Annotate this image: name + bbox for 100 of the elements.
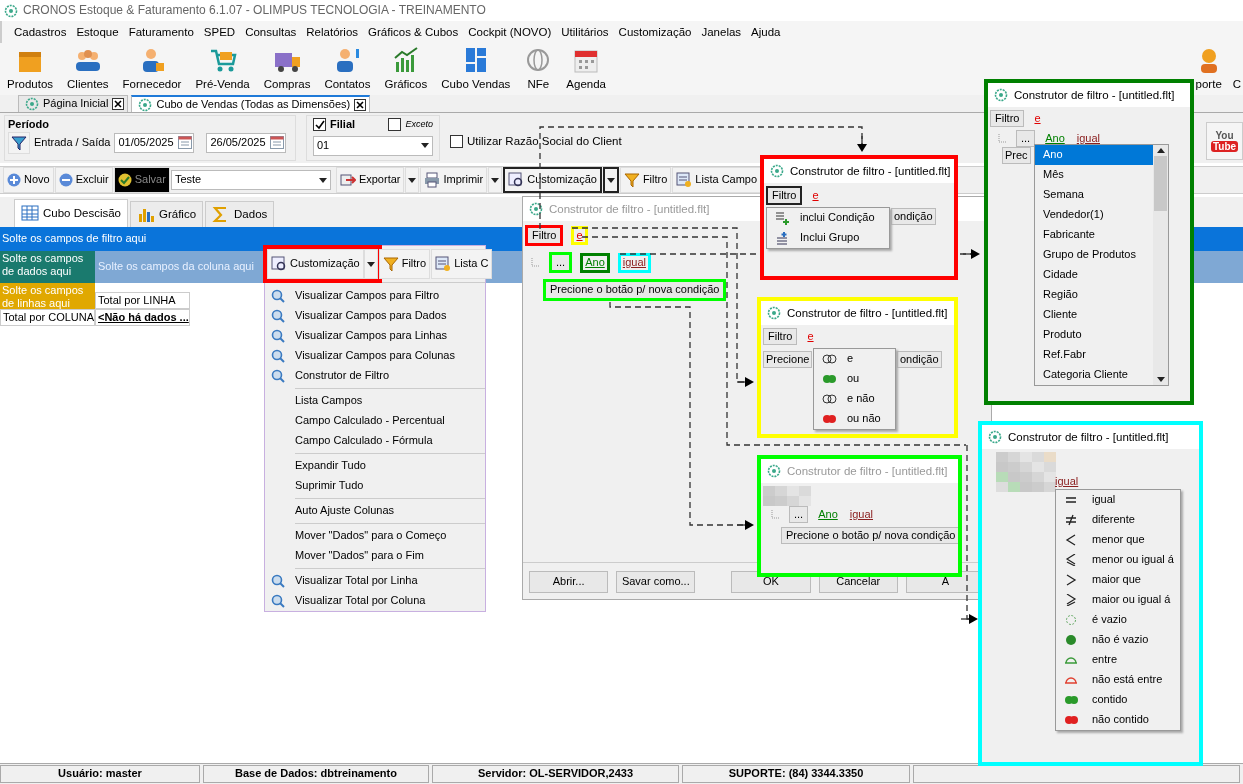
view-tab[interactable]: Cubo Descisão [14, 199, 128, 227]
menu-item[interactable]: Visualizar Campos para Linhas [265, 326, 485, 346]
menu-item[interactable]: Faturamento [128, 24, 194, 40]
toolbar-button[interactable]: Exportar [335, 167, 405, 193]
menu-item[interactable]: inclui Condição [767, 208, 881, 228]
checkbox[interactable] [313, 118, 326, 132]
document-tab[interactable]: Página Inicial [18, 95, 129, 112]
new-condition-button[interactable]: ondição [891, 208, 936, 226]
menu-item[interactable]: Estoque [76, 24, 119, 40]
operator-link[interactable]: igual [617, 252, 651, 273]
view-tab[interactable]: Dados [205, 201, 275, 227]
toolbar-button[interactable]: porte [1190, 45, 1229, 91]
toolbar-button[interactable]: Cubo Vendas [436, 45, 516, 91]
filter-button[interactable]: ... [789, 506, 809, 524]
menu-item[interactable]: ou não [814, 409, 887, 429]
toolbar-button[interactable]: Produtos [2, 45, 59, 91]
menu-item[interactable]: Relatórios [306, 24, 359, 40]
document-tab[interactable]: Cubo de Vendas (Todas as Dimensões) [131, 95, 371, 112]
list-item[interactable]: Ref.Fabr [1035, 345, 1153, 365]
menu-item[interactable]: Visualizar Campos para Colunas [265, 346, 485, 366]
menu-item[interactable]: entre [1056, 650, 1124, 670]
toolbar-button[interactable]: Customização [267, 249, 364, 279]
filter-button[interactable]: ... [1016, 130, 1036, 148]
logic-link[interactable]: e [571, 225, 588, 246]
list-item[interactable]: Vendedor(1) [1035, 205, 1153, 225]
menu-item[interactable]: não contido [1056, 710, 1155, 730]
toolbar-button[interactable]: Clientes [62, 45, 114, 91]
toolbar-button[interactable]: Filtro [378, 249, 431, 279]
menu-item[interactable]: Mover "Dados" para o Fim [265, 546, 485, 566]
menu-item[interactable]: Visualizar Total por Coluna [265, 591, 485, 611]
menu-item[interactable]: maior ou igual á [1056, 590, 1177, 610]
menu-item[interactable]: Lista Campos [265, 391, 485, 411]
new-condition-button[interactable]: Precione [763, 351, 813, 369]
menu-item[interactable]: Visualizar Campos para Dados [265, 306, 485, 326]
list-item[interactable]: Região [1035, 285, 1153, 305]
filter-button[interactable]: Filtro [766, 186, 803, 206]
field-link[interactable]: Ano [816, 507, 840, 522]
menu-item[interactable]: Inclui Grupo [767, 228, 866, 248]
date-field[interactable]: 01/05/2025 [114, 132, 195, 153]
menu-item[interactable]: Campo Calculado - Percentual [265, 411, 485, 431]
list-item[interactable]: Categoria Cliente [1035, 365, 1153, 385]
logic-link[interactable]: e [1032, 111, 1043, 126]
list-item[interactable]: Fabricante [1035, 225, 1153, 245]
menu-item[interactable]: Visualizar Campos para Filtro [265, 286, 485, 306]
logic-link[interactable]: e [805, 329, 816, 344]
toolbar-button[interactable]: Imprimir [420, 167, 488, 193]
new-condition-button[interactable]: ondição [897, 351, 942, 369]
field-link[interactable]: Ano [580, 252, 610, 273]
toolbar-button[interactable]: NFe [519, 45, 558, 91]
toolbar-button[interactable]: Gráficos [379, 45, 433, 91]
filial-dropdown[interactable]: 01 [313, 135, 433, 156]
filter-button[interactable]: Filtro [525, 225, 564, 247]
new-condition-button[interactable]: Precione o botão p/ nova condição [781, 527, 958, 545]
menu-item[interactable]: Mover "Dados" para o Começo [265, 526, 485, 546]
list-item[interactable]: Ano [1035, 145, 1153, 165]
new-condition-button[interactable]: Prec [1002, 147, 1031, 165]
filter-button[interactable]: Precione o botão p/ nova condição [543, 279, 727, 301]
toolbar-button[interactable]: Novo [3, 167, 54, 193]
filter-button[interactable]: Filtro [763, 328, 798, 346]
scrollbar[interactable] [1153, 145, 1168, 385]
checkbox[interactable] [388, 118, 402, 132]
menu-item[interactable]: e não [814, 389, 881, 409]
toolbar-button[interactable]: C [1232, 76, 1243, 91]
list-item[interactable]: Produto [1035, 325, 1153, 345]
checkbox[interactable] [450, 134, 463, 148]
menu-item[interactable]: não é vazio [1056, 630, 1155, 650]
menu-item[interactable]: e [814, 349, 860, 369]
toolbar-button[interactable]: Excluir [54, 167, 113, 193]
operator-link[interactable]: igual [1053, 475, 1081, 489]
date-field[interactable]: 26/05/2025 [206, 132, 287, 153]
toolbar-button[interactable]: Pré-Venda [190, 45, 255, 91]
operator-link[interactable]: igual [1074, 131, 1102, 146]
toolbar-button[interactable]: Lista C [431, 249, 493, 279]
layout-dropdown[interactable]: Teste [170, 170, 331, 190]
toolbar-button[interactable]: Fornecedor [117, 45, 187, 91]
menu-item[interactable]: diferente [1056, 510, 1141, 530]
menu-item[interactable]: é vazio [1056, 610, 1133, 630]
view-tab[interactable]: Gráfico [130, 201, 204, 227]
menu-item[interactable]: Ajuda [751, 24, 781, 40]
toolbar-button[interactable]: Customização [503, 167, 602, 193]
toolbar-button[interactable]: Lista Campo [672, 167, 762, 193]
list-item[interactable]: Semana [1035, 185, 1153, 205]
list-item[interactable]: Mês [1035, 165, 1153, 185]
menu-item[interactable]: Cadastros [14, 24, 67, 40]
close-icon[interactable] [112, 98, 125, 110]
filter-button[interactable]: ... [549, 252, 573, 274]
menu-item[interactable]: Consultas [245, 24, 297, 40]
menu-item[interactable]: maior que [1056, 570, 1147, 590]
toolbar-button[interactable]: Compras [258, 45, 316, 91]
dropdown-button[interactable] [602, 167, 619, 193]
list-item[interactable]: Cidade [1035, 265, 1153, 285]
toolbar-button[interactable]: Filtro [619, 167, 672, 193]
menu-item[interactable]: Customização [618, 24, 692, 40]
operator-link[interactable]: igual [847, 507, 875, 522]
menu-item[interactable]: Utilitários [561, 24, 609, 40]
field-link[interactable]: Ano [1043, 131, 1067, 146]
menu-item[interactable]: Visualizar Total por Linha [265, 571, 485, 591]
menu-item[interactable]: Auto Ajuste Colunas [265, 501, 485, 521]
menu-item[interactable]: Gráficos & Cubos [368, 24, 459, 40]
menu-item[interactable]: Expandir Tudo [265, 456, 485, 476]
